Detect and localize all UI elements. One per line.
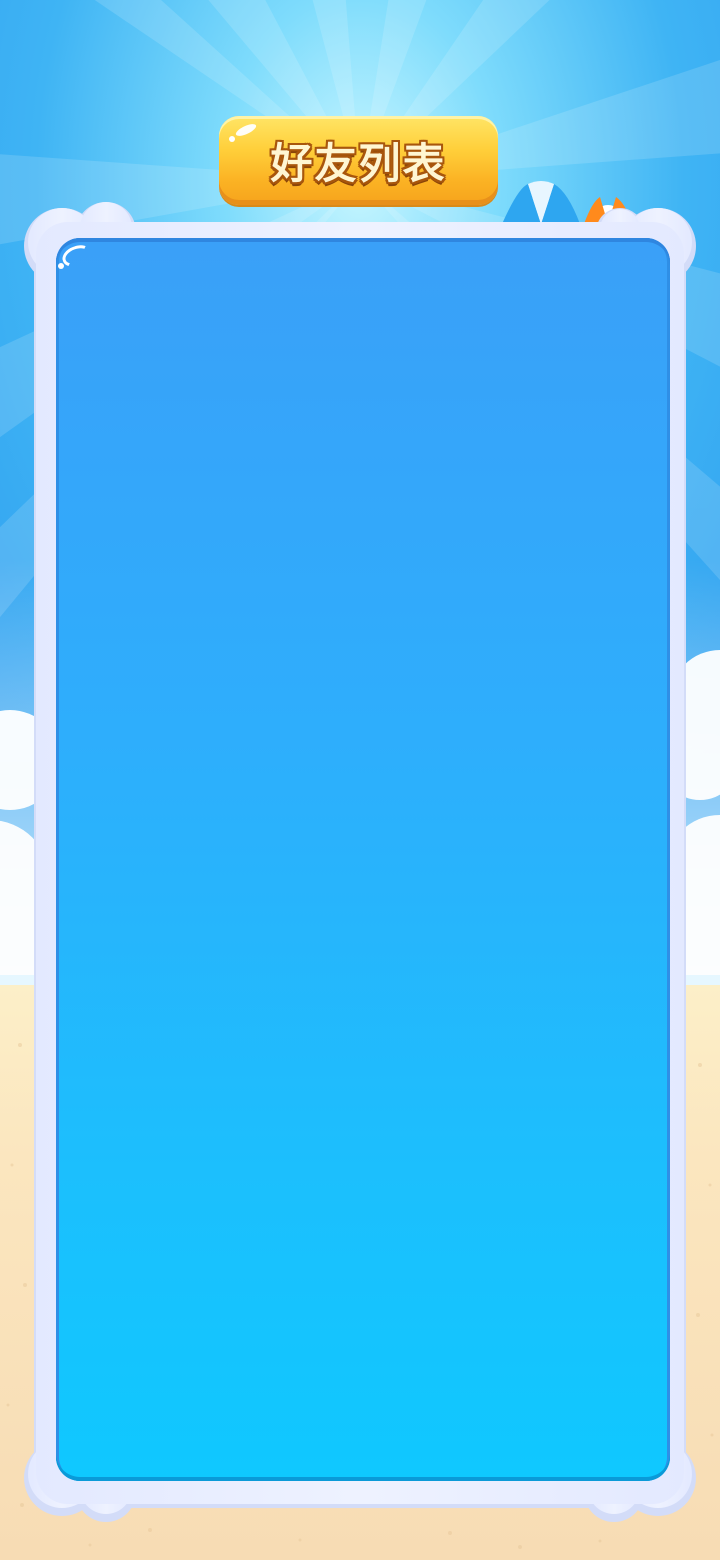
friends-list-panel[interactable] [56, 238, 670, 1481]
shine-highlight [59, 241, 95, 271]
shine-dot [58, 263, 64, 269]
page-title: 好友列表 [270, 139, 447, 188]
friends-list-screen: 好友列表 [0, 0, 720, 1560]
title-badge: 好友列表 [219, 116, 498, 205]
